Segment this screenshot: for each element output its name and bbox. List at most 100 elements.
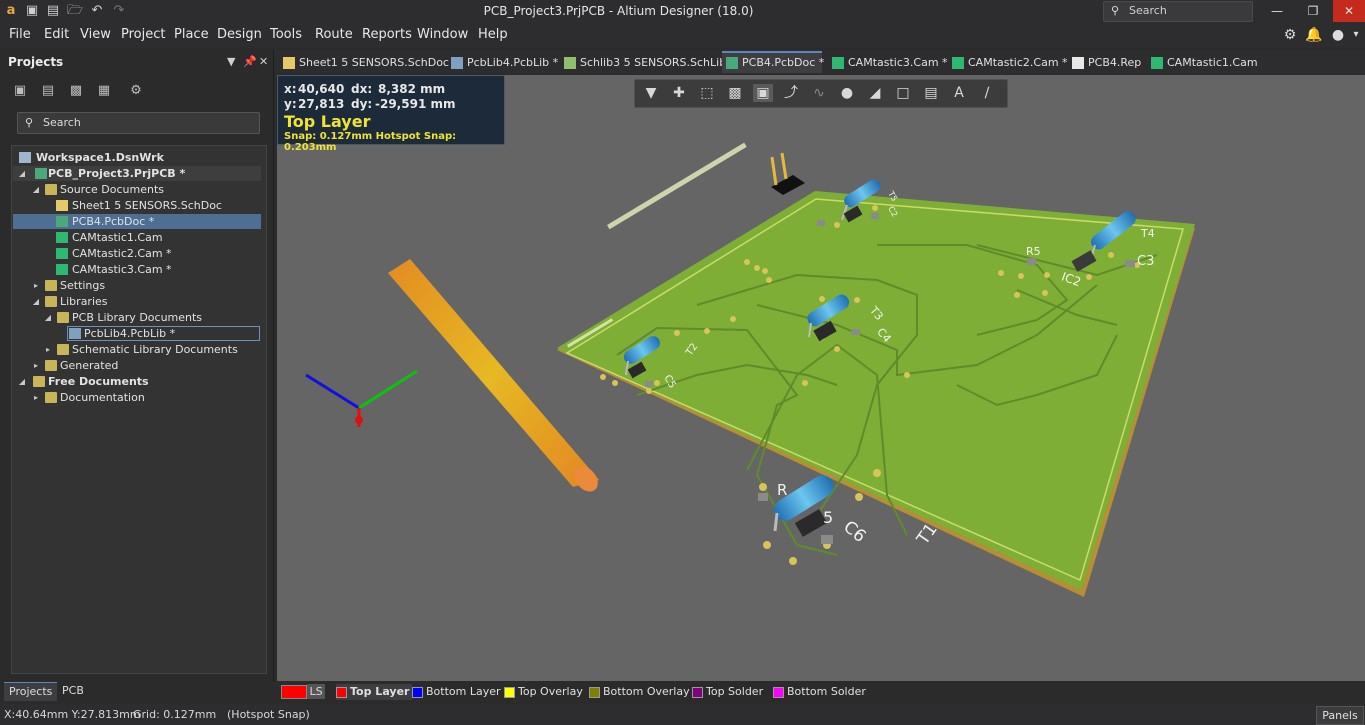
doc-tab-pcb4-pcbdoc[interactable]: PCB4.PcbDoc * bbox=[722, 51, 824, 73]
layer-tab-bottom-solder[interactable]: Bottom Solder bbox=[773, 684, 868, 700]
doc-tab-pcb4-rep[interactable]: PCB4.Rep bbox=[1068, 53, 1141, 73]
minimize-button[interactable]: — bbox=[1262, 0, 1292, 22]
tree-item-generated[interactable]: ▸ Generated bbox=[13, 358, 261, 373]
component-icon[interactable]: ▣ bbox=[753, 84, 773, 102]
layer-tab-bottom-layer[interactable]: Bottom Layer bbox=[412, 684, 501, 700]
tree-item-source-documents[interactable]: ◢ Source Documents bbox=[13, 182, 261, 197]
global-search-input[interactable]: ⚲ Search bbox=[1103, 1, 1253, 22]
expand-arrow-icon[interactable]: ◢ bbox=[43, 310, 53, 325]
tree-item-label: PCB4.PcbDoc * bbox=[72, 215, 155, 228]
tab-projects[interactable]: Projects bbox=[4, 682, 58, 701]
current-layer-color-swatch[interactable] bbox=[281, 685, 307, 699]
panels-button[interactable]: Panels bbox=[1316, 706, 1364, 725]
settings-gear-icon[interactable]: ⚙ bbox=[1281, 26, 1299, 44]
layer-tab-top-layer[interactable]: Top Layer bbox=[336, 684, 412, 700]
panel-menu-chevron-icon[interactable]: ▼ bbox=[227, 55, 235, 68]
axis-gizmo bbox=[305, 369, 418, 427]
diff-pair-icon[interactable]: ∿ bbox=[809, 84, 829, 102]
user-account-icon[interactable]: ● bbox=[1329, 26, 1347, 44]
doc-tab-pcblib4[interactable]: PcbLib4.PcbLib * bbox=[447, 53, 559, 73]
crosshair-icon[interactable]: ✚ bbox=[669, 84, 689, 102]
select-rectangle-icon[interactable]: ⬚ bbox=[697, 84, 717, 102]
tree-item-camtastic3[interactable]: CAMtastic3.Cam * bbox=[13, 262, 261, 277]
expand-arrow-icon[interactable]: ◢ bbox=[17, 374, 27, 389]
collapse-arrow-icon[interactable]: ▸ bbox=[43, 342, 53, 357]
menu-route[interactable]: Route bbox=[315, 27, 353, 42]
folder-icon bbox=[45, 280, 57, 291]
layer-color-swatch bbox=[504, 687, 515, 698]
tree-item-libraries[interactable]: ◢ Libraries bbox=[13, 294, 261, 309]
save-project-icon[interactable]: ▣ bbox=[12, 83, 28, 99]
doc-tab-camtastic3[interactable]: CAMtastic3.Cam * bbox=[828, 53, 948, 73]
menu-window[interactable]: Window bbox=[417, 27, 468, 42]
doc-tab-label: PcbLib4.PcbLib * bbox=[467, 56, 559, 69]
menu-help[interactable]: Help bbox=[478, 27, 508, 42]
doc-tab-camtastic1[interactable]: CAMtastic1.Cam bbox=[1147, 53, 1258, 73]
status-snap: (Hotspot Snap) bbox=[227, 708, 310, 721]
polygon-icon[interactable]: □ bbox=[893, 84, 913, 102]
expand-arrow-icon[interactable]: ◢ bbox=[31, 294, 41, 309]
status-bar: X:40.64mm Y:27.813mm Grid: 0.127mm (Hots… bbox=[0, 704, 1365, 725]
save-all-documents-icon[interactable]: ▤ bbox=[40, 83, 56, 99]
tree-item-pcb-project[interactable]: ◢ PCB_Project3.PrjPCB * bbox=[13, 166, 261, 181]
tree-item-pcb-library-documents[interactable]: ◢ PCB Library Documents bbox=[13, 310, 261, 325]
doc-tab-sheet1-schdoc[interactable]: Sheet1 5 SENSORS.SchDoc bbox=[279, 53, 449, 73]
via-icon[interactable]: ● bbox=[837, 84, 857, 102]
layer-tab-top-solder[interactable]: Top Solder bbox=[692, 684, 767, 700]
doc-tab-camtastic2[interactable]: CAMtastic2.Cam * bbox=[948, 53, 1068, 73]
tree-item-workspace[interactable]: Workspace1.DsnWrk bbox=[13, 150, 261, 165]
tree-item-label: PCB Library Documents bbox=[72, 311, 203, 324]
dimension-icon[interactable]: ▤ bbox=[921, 84, 941, 102]
panel-settings-gear-icon[interactable]: ⚙ bbox=[128, 83, 144, 99]
layer-set-button[interactable]: LS bbox=[307, 684, 325, 699]
panel-pin-icon[interactable]: 📌 bbox=[243, 55, 257, 68]
tree-item-settings[interactable]: ▸ Settings bbox=[13, 278, 261, 293]
doc-tab-schlib3[interactable]: Schlib3 5 SENSORS.SchLib bbox=[560, 53, 726, 73]
close-button[interactable]: ✕ bbox=[1333, 0, 1365, 22]
pin-header bbox=[770, 152, 805, 195]
menu-design[interactable]: Design bbox=[217, 27, 262, 42]
menu-view[interactable]: View bbox=[80, 27, 111, 42]
line-icon[interactable]: ∕ bbox=[977, 84, 997, 102]
collapse-arrow-icon[interactable]: ▸ bbox=[31, 390, 41, 405]
menu-file[interactable]: File bbox=[9, 27, 31, 42]
align-icon[interactable]: ▩ bbox=[725, 84, 745, 102]
projects-search-placeholder: Search bbox=[43, 116, 81, 129]
text-icon[interactable]: A bbox=[949, 84, 969, 102]
fill-icon[interactable]: ◢ bbox=[865, 84, 885, 102]
tree-item-label: Schematic Library Documents bbox=[72, 343, 238, 356]
menu-place[interactable]: Place bbox=[174, 27, 209, 42]
collapse-arrow-icon[interactable]: ▸ bbox=[31, 358, 41, 373]
tree-item-camtastic1[interactable]: CAMtastic1.Cam bbox=[13, 230, 261, 245]
expand-arrow-icon[interactable]: ◢ bbox=[31, 182, 41, 197]
pcb-3d-viewport[interactable]: T1 T2 T3 T4 T5 C2 C3 C4 C5 C6 R5 IC2 R 5… bbox=[277, 75, 1365, 681]
expand-arrow-icon[interactable]: ◢ bbox=[17, 166, 27, 181]
panel-close-icon[interactable]: ✕ bbox=[259, 55, 268, 68]
tree-item-schematic-library-documents[interactable]: ▸ Schematic Library Documents bbox=[13, 342, 261, 357]
collapse-arrow-icon[interactable]: ▸ bbox=[31, 278, 41, 293]
tree-item-sheet1-schdoc[interactable]: Sheet1 5 SENSORS.SchDoc bbox=[13, 198, 261, 213]
notifications-bell-icon[interactable]: 🔔 bbox=[1305, 26, 1323, 44]
tree-item-free-documents[interactable]: ◢ Free Documents bbox=[13, 374, 261, 389]
route-icon[interactable]: ⤴ bbox=[781, 84, 801, 102]
projects-search-input[interactable]: ⚲ Search bbox=[17, 112, 260, 134]
menu-edit[interactable]: Edit bbox=[44, 27, 69, 42]
menu-project[interactable]: Project bbox=[121, 27, 165, 42]
tree-item-pcb4-pcbdoc[interactable]: PCB4.PcbDoc * bbox=[13, 214, 261, 229]
restore-button[interactable]: ❐ bbox=[1298, 0, 1328, 22]
user-dropdown-chevron-icon[interactable]: ▾ bbox=[1347, 26, 1365, 44]
project-options-icon[interactable]: ▦ bbox=[96, 83, 112, 99]
layer-tab-bottom-overlay[interactable]: Bottom Overlay bbox=[589, 684, 690, 700]
layer-tab-top-overlay[interactable]: Top Overlay bbox=[504, 684, 584, 700]
tree-item-camtastic2[interactable]: CAMtastic2.Cam * bbox=[13, 246, 261, 261]
menu-tools[interactable]: Tools bbox=[270, 27, 302, 42]
filter-icon[interactable]: ▼ bbox=[641, 84, 661, 102]
menu-reports[interactable]: Reports bbox=[362, 27, 412, 42]
tab-pcb[interactable]: PCB bbox=[57, 682, 89, 700]
tree-item-label: Workspace1.DsnWrk bbox=[36, 151, 164, 164]
tree-item-pcblib4[interactable]: PcbLib4.PcbLib * bbox=[67, 326, 260, 341]
tree-item-label: CAMtastic1.Cam bbox=[72, 231, 163, 244]
tree-item-documentation[interactable]: ▸ Documentation bbox=[13, 390, 261, 405]
close-document-icon[interactable]: ▩ bbox=[68, 83, 84, 99]
doc-tab-label: CAMtastic2.Cam * bbox=[968, 56, 1068, 69]
